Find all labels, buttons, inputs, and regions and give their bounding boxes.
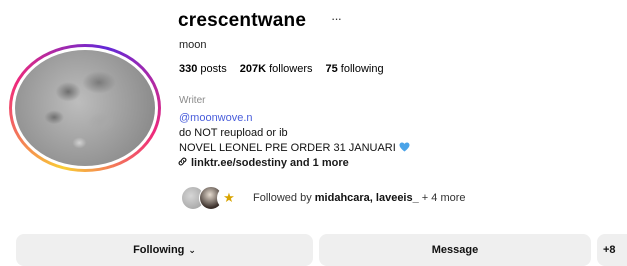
followers-stat[interactable]: 207K followers — [240, 63, 313, 75]
followed-by-prefix: Followed by — [253, 192, 312, 204]
add-user-button[interactable]: +8 — [597, 234, 627, 266]
followers-label: followers — [269, 63, 313, 75]
message-button-label: Message — [431, 244, 479, 256]
posts-label: posts — [200, 63, 227, 75]
category-label: Writer — [179, 95, 206, 106]
full-name: moon — [179, 39, 207, 51]
posts-count: 330 — [179, 63, 198, 75]
avatar-story-ring[interactable] — [9, 44, 161, 172]
avatar[interactable] — [15, 50, 155, 166]
following-label: following — [340, 63, 384, 75]
bio-line-text: NOVEL LEONEL PRE ORDER 31 JANUARI — [179, 142, 396, 154]
blue-heart-icon — [399, 142, 410, 155]
message-button[interactable]: Message — [319, 234, 591, 266]
profile-stats: 330 posts 207K followers 75 following — [179, 63, 384, 75]
link-text: linktr.ee/sodestiny and 1 more — [191, 157, 349, 169]
chevron-down-icon: ⌄ — [188, 244, 196, 255]
username: crescentwane — [178, 10, 307, 31]
following-button[interactable]: Following ⌄ — [16, 234, 313, 266]
bio-external-link[interactable]: linktr.ee/sodestiny and 1 more — [177, 156, 349, 170]
avatar-gap — [12, 47, 158, 169]
add-user-icon: +8 — [603, 244, 616, 256]
following-button-label: Following — [133, 244, 185, 256]
followed-by-row[interactable]: ★ Followed by midahcara, laveeis_ + 4 mo… — [181, 186, 466, 210]
link-icon — [177, 156, 188, 170]
bio-line-order: NOVEL LEONEL PRE ORDER 31 JANUARI — [179, 142, 410, 155]
followed-by-names: midahcara, laveeis_ — [314, 192, 419, 204]
followed-by-text: Followed by midahcara, laveeis_ + 4 more — [253, 192, 466, 204]
followed-by-suffix: + 4 more — [421, 192, 466, 204]
follower-avatar-star-icon: ★ — [217, 186, 241, 210]
posts-stat[interactable]: 330 posts — [179, 63, 227, 75]
following-count: 75 — [325, 63, 338, 75]
followers-count: 207K — [239, 63, 267, 75]
bio-line: do NOT reupload or ib — [179, 127, 288, 139]
bio-mention-link[interactable]: @moonwove.n — [179, 112, 253, 124]
more-options-icon[interactable]: ··· — [331, 11, 342, 26]
following-stat[interactable]: 75 following — [325, 63, 383, 75]
